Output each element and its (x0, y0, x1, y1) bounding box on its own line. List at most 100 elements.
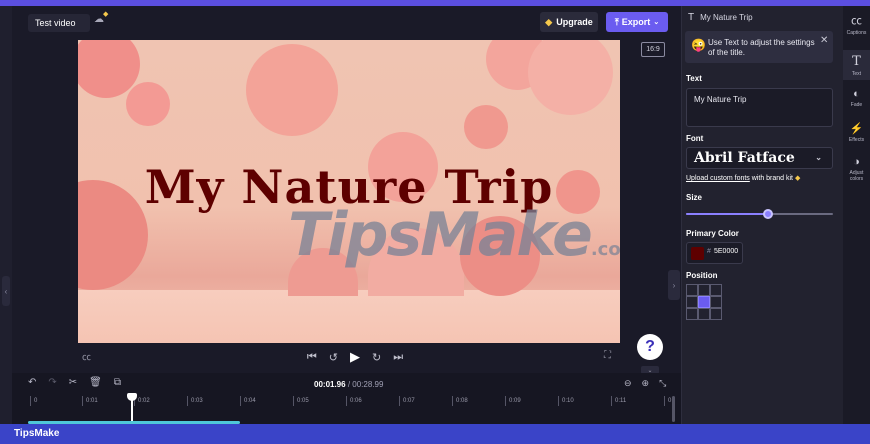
playhead[interactable] (127, 393, 137, 424)
redo-icon[interactable]: ↷ (48, 377, 56, 388)
left-panel-toggle-icon[interactable]: ‹ (2, 276, 10, 306)
position-center[interactable] (698, 296, 710, 308)
export-label: Export (621, 17, 651, 27)
rewind-5s-icon[interactable]: ↺ (329, 351, 338, 364)
premium-gem-icon: ◆ (103, 11, 109, 18)
tool-adjust-colors[interactable]: ◑ Adjust colors (843, 156, 870, 190)
watermark-text: TipsMake (288, 200, 593, 270)
footer-bar (0, 424, 870, 444)
slider-fill (686, 213, 769, 215)
ruler-tick: 0:09 (505, 396, 521, 406)
project-title-field[interactable]: Test video (28, 14, 90, 32)
size-slider[interactable] (686, 209, 833, 219)
position-top-right[interactable] (710, 284, 722, 296)
tool-label: Fade (850, 102, 863, 108)
split-icon[interactable]: ✂ (69, 377, 77, 388)
position-label: Position (686, 271, 718, 280)
fit-timeline-icon[interactable]: ⤡ (659, 378, 666, 389)
primary-color-picker[interactable]: # 5E0000 (686, 242, 743, 264)
size-label: Size (686, 193, 703, 202)
tool-captions[interactable]: ㏄ Captions (843, 12, 870, 38)
zoom-in-icon[interactable]: ⊕ (642, 378, 650, 389)
decor-circle (246, 44, 338, 136)
font-select[interactable]: Abril Fatface ⌄ (686, 147, 833, 169)
primary-color-label: Primary Color (686, 229, 739, 238)
brand-link-suffix: with brand kit (751, 175, 794, 182)
fullscreen-icon[interactable]: ⛶ (604, 350, 611, 361)
right-panel-toggle-icon[interactable]: › (668, 270, 680, 300)
adjust-colors-icon: ◑ (853, 156, 860, 168)
text-input[interactable]: My Nature Trip (686, 88, 833, 127)
decor-circle (464, 105, 508, 149)
ruler-tick: 0:03 (187, 396, 203, 406)
font-select-value: Abril Fatface (694, 150, 795, 166)
total-time: / 00:28.99 (347, 380, 384, 389)
font-label: Font (686, 134, 704, 143)
upgrade-label: Upgrade (556, 17, 593, 27)
gem-icon: ◆ (794, 175, 801, 182)
play-icon[interactable]: ▶ (350, 349, 360, 365)
tip-emoji-icon: 😜 (691, 38, 706, 52)
ruler-tick: 0 (30, 396, 37, 406)
forward-5s-icon[interactable]: ↻ (372, 351, 381, 364)
ruler-tick: 0:05 (293, 396, 309, 406)
ruler-tick: 0:11 (611, 396, 626, 406)
tool-effects[interactable]: ⚡ Effects (843, 122, 870, 148)
hex-value[interactable]: 5E0000 (714, 248, 738, 255)
captions-toggle-icon[interactable]: ㏄ (82, 350, 91, 363)
position-middle-left[interactable] (686, 296, 698, 308)
position-top-left[interactable] (686, 284, 698, 296)
gem-icon: ◆ (545, 16, 553, 27)
delete-icon[interactable]: 🗑 (89, 377, 102, 388)
tool-label: Captions (846, 30, 867, 36)
tip-text: Use Text to adjust the settings of the t… (708, 38, 815, 57)
upgrade-button[interactable]: ◆ Upgrade (540, 12, 598, 32)
panel-header-title: My Nature Trip (700, 13, 753, 22)
position-grid[interactable] (686, 284, 722, 320)
tool-fade[interactable]: ◐ Fade (843, 88, 870, 114)
timeline-zoom-controls: ⊖ ⊕ ⤡ (624, 378, 666, 389)
watermark-suffix: .com (590, 239, 620, 260)
skip-to-start-icon[interactable]: ⏮ (307, 351, 317, 364)
undo-icon[interactable]: ↶ (28, 377, 36, 388)
ruler-tick: 0:07 (399, 396, 415, 406)
cloud-sync-icon[interactable]: ☁ ◆ (94, 11, 110, 30)
chevron-down-icon: ⌄ (653, 19, 660, 26)
ruler-tick: 0:01 (82, 396, 98, 406)
position-bottom-right[interactable] (710, 308, 722, 320)
position-top-center[interactable] (698, 284, 710, 296)
timeline-ruler[interactable]: 0 0:01 0:02 0:03 0:04 0:05 0:06 0:07 0:0… (24, 396, 674, 410)
footer-brand: TipsMake (14, 428, 60, 439)
slider-thumb[interactable] (763, 209, 774, 219)
color-swatch[interactable] (691, 247, 704, 260)
ruler-tick: 0:06 (346, 396, 362, 406)
tool-label: Text (851, 71, 862, 77)
text-label: Text (686, 74, 702, 83)
duplicate-icon[interactable]: ⧉ (114, 377, 121, 388)
upload-icon: ⤒ (614, 16, 619, 27)
tip-banner: 😜 Use Text to adjust the settings of the… (685, 31, 833, 63)
position-bottom-left[interactable] (686, 308, 698, 320)
skip-to-end-icon[interactable]: ⏭ (393, 351, 403, 364)
magic-wand-icon: ⚡ (849, 123, 864, 135)
timeline-scrollbar[interactable] (672, 396, 675, 422)
export-button[interactable]: ⤒ Export ⌄ (606, 12, 668, 32)
tool-text[interactable]: T Text (843, 50, 870, 80)
position-bottom-center[interactable] (698, 308, 710, 320)
position-middle-right[interactable] (710, 296, 722, 308)
zoom-out-icon[interactable]: ⊖ (624, 378, 632, 389)
help-button[interactable]: ? (637, 334, 663, 360)
timecode: 00:01.96 / 00:28.99 (314, 380, 383, 389)
panel-header: T My Nature Trip (688, 12, 753, 23)
scene-floor (78, 290, 620, 343)
video-preview[interactable]: My Nature Trip TipsMake.com (78, 40, 620, 343)
captions-icon: ㏄ (851, 15, 862, 27)
decor-circle (528, 40, 613, 115)
left-collapse-rail: ‹ (0, 6, 12, 424)
upload-fonts-link[interactable]: Upload custom fonts (686, 175, 750, 182)
close-icon[interactable]: ✕ (820, 35, 828, 46)
aspect-ratio-button[interactable]: 16:9 (641, 42, 665, 57)
brand-kit-link[interactable]: Upload custom fonts with brand kit ◆ (686, 174, 800, 182)
watermark-logo: TipsMake.com (288, 200, 620, 270)
fade-icon: ◐ (853, 88, 860, 100)
